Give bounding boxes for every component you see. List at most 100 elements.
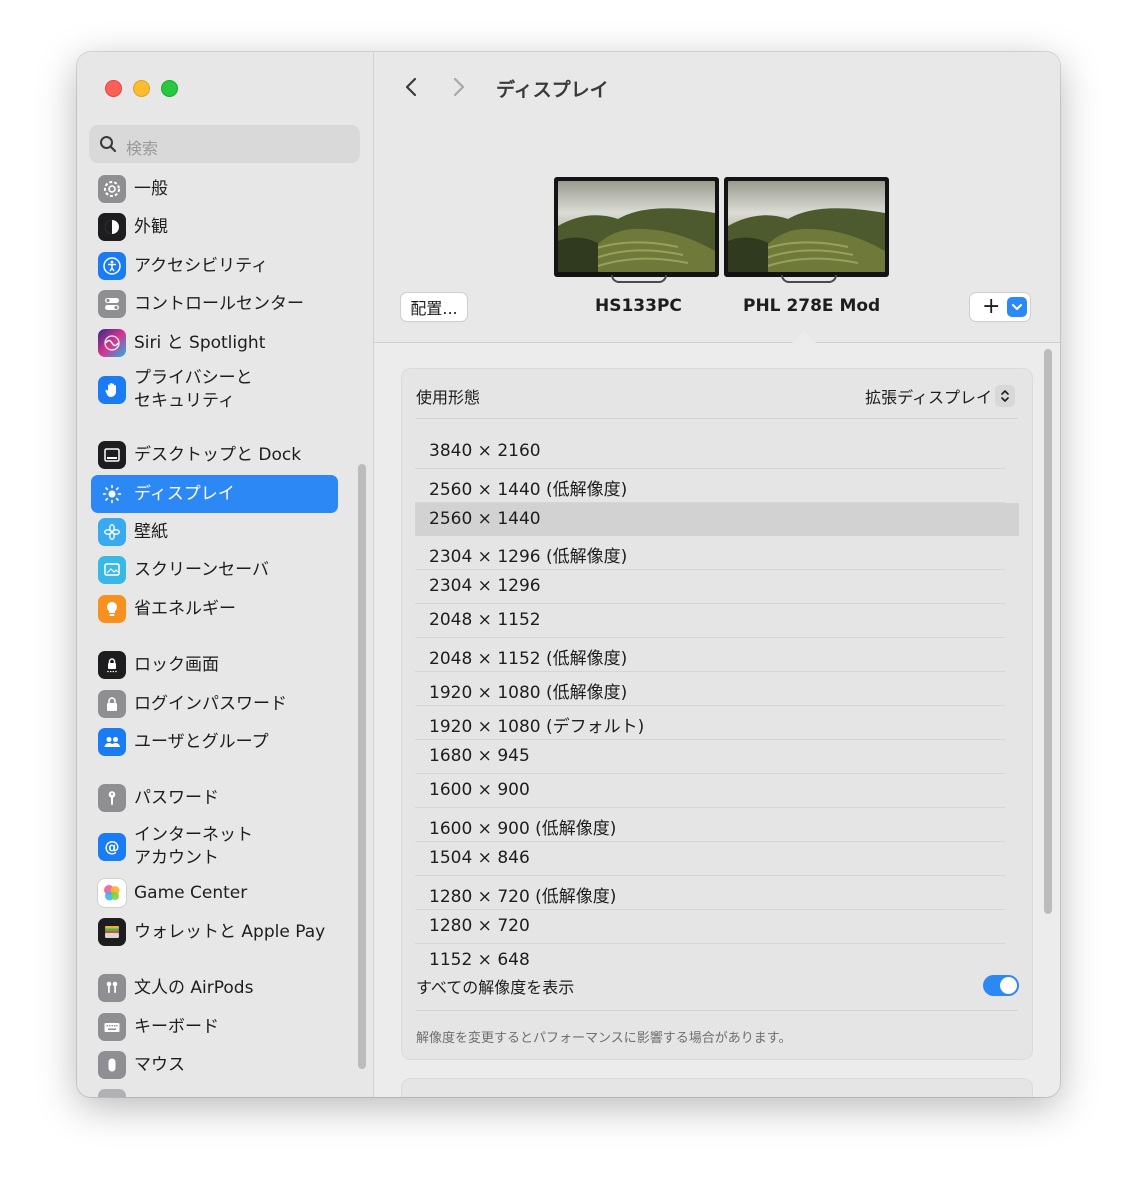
wallpaper-image [558,181,715,272]
resolution-option[interactable]: 2048 × 1152 (低解像度) [415,638,1005,672]
sidebar-item-desktop-dock[interactable]: デスクトップと Dock [91,438,339,472]
sidebar-item-users-groups[interactable]: ユーザとグループ [91,725,339,759]
sidebar-item-label: 外観 [134,216,168,237]
main-pane: ディスプレイ 配置... HS133PC PHL 278E Mod + 使用形態… [374,52,1060,1097]
updown-chevron-icon[interactable] [995,385,1015,407]
resolution-label: 1504 × 846 [429,848,530,868]
sidebar-item-displays[interactable]: ディスプレイ [91,475,338,513]
resolution-label: 1152 × 648 [429,950,530,970]
sidebar-scrollbar[interactable] [358,464,366,1069]
sidebar-item-label-line2: アカウント [134,848,219,868]
resolution-label: 2304 × 1296 [429,576,541,596]
arrange-button[interactable]: 配置... [401,293,467,321]
forward-chevron-icon[interactable] [452,76,466,98]
resolution-label: 1600 × 900 (低解像度) [429,819,617,839]
sidebar-item-label-line2: セキュリティ [134,391,235,411]
at-icon: @ [98,833,126,861]
toggle-knob [1000,977,1017,994]
appearance-icon [98,213,126,241]
resolution-option[interactable]: 1600 × 900 (低解像度) [415,808,1005,842]
sidebar-item-siri[interactable]: Siri と Spotlight [91,326,339,360]
sidebar-item-label: アクセシビリティ [134,255,269,276]
resolution-option[interactable]: 1920 × 1080 (デフォルト) [415,706,1005,740]
divider [416,418,1018,419]
screensaver-icon [98,556,126,584]
sidebar-item-internet-accounts[interactable]: @ インターネット アカウント [91,822,339,872]
monitor-2-name: PHL 278E Mod [743,296,881,316]
back-chevron-icon[interactable] [404,76,418,98]
sidebar-item-passwords[interactable]: パスワード [91,781,339,815]
sidebar-item-label: デスクトップと Dock [134,444,302,465]
sidebar-item-label: マウス [134,1054,185,1075]
resolution-option[interactable]: 2304 × 1296 (低解像度) [415,536,1005,570]
dock-icon [98,441,126,469]
hand-icon [98,376,126,404]
resolution-option[interactable]: 1280 × 720 [415,910,1005,944]
divider [416,1010,1018,1011]
resolution-option[interactable]: 2560 × 1440 (低解像度) [415,469,1005,503]
sidebar-item-energy[interactable]: 省エネルギー [91,592,339,626]
sidebar-item-accessibility[interactable]: アクセシビリティ [91,249,339,283]
wallet-icon [98,918,126,946]
resolution-list: 3840 × 2160 2560 × 1440 (低解像度) 2560 × 14… [415,435,1019,977]
key-icon [98,784,126,812]
usage-popup-value[interactable]: 拡張ディスプレイ [865,384,992,408]
resolution-label: 2304 × 1296 (低解像度) [429,547,628,567]
sidebar-item-label: ロック画面 [134,654,219,675]
display-settings: 使用形態 拡張ディスプレイ 3840 × 2160 2560 × 1440 (低… [374,343,1060,1097]
resolution-option[interactable]: 2048 × 1152 [415,604,1005,638]
sidebar-item-airpods[interactable]: 文人の AirPods [91,971,339,1005]
resolution-note: 解像度を変更するとパフォーマンスに影響する場合があります。 [416,1031,792,1046]
maximize-window-button[interactable] [161,80,178,97]
window-controls [105,80,178,97]
search-icon [100,136,117,153]
chevron-down-icon[interactable] [1007,297,1027,317]
sidebar-item-appearance[interactable]: 外観 [91,210,339,244]
svg-text:@: @ [105,838,120,856]
monitor-2-thumbnail[interactable] [724,177,889,283]
sidebar-item-partial[interactable] [91,1086,339,1097]
sidebar-item-keyboard[interactable]: キーボード [91,1010,339,1044]
resolution-option-selected[interactable]: 2560 × 1440 [415,503,1019,536]
resolution-option[interactable]: 3840 × 2160 [415,435,1005,469]
sidebar-item-login-password[interactable]: ログインパスワード [91,687,339,721]
sidebar-item-label: Game Center [134,882,248,903]
sidebar-item-control-center[interactable]: コントロールセンター [91,287,339,321]
resolution-option[interactable]: 1152 × 648 [415,944,1005,977]
airpods-icon [98,974,126,1002]
sidebar-item-wallpaper[interactable]: 壁紙 [91,515,339,549]
main-scrollbar[interactable] [1044,349,1052,914]
sidebar: 検索 一般 外観 アクセシビリティ コントロールセンター Siri と Spot… [77,52,374,1097]
sidebar-item-lock-screen[interactable]: ロック画面 [91,648,339,682]
sidebar-item-mouse[interactable]: マウス [91,1048,339,1082]
sidebar-item-game-center[interactable]: Game Center [91,876,339,910]
sidebar-item-privacy-security[interactable]: プライバシーと セキュリティ [91,365,339,415]
minimize-window-button[interactable] [133,80,150,97]
resolution-option[interactable]: 1920 × 1080 (低解像度) [415,672,1005,706]
sidebar-item-label: インターネット [134,825,253,845]
plus-icon: + [982,294,1001,319]
battery-bulb-icon [98,595,126,623]
close-window-button[interactable] [105,80,122,97]
wallpaper-image [728,181,885,272]
sidebar-item-screensaver[interactable]: スクリーンセーバ [91,553,339,587]
sidebar-item-general[interactable]: 一般 [91,172,339,206]
resolution-option[interactable]: 1280 × 720 (低解像度) [415,876,1005,910]
search-field[interactable]: 検索 [89,125,360,163]
sidebar-item-label: パスワード [134,787,219,808]
resolution-option[interactable]: 1504 × 846 [415,842,1005,876]
sidebar-item-label: ウォレットと Apple Pay [134,921,326,942]
sidebar-item-label: ディスプレイ [134,483,235,504]
monitor-stand [611,275,667,283]
resolution-option[interactable]: 2304 × 1296 [415,570,1005,604]
resolution-option[interactable]: 1600 × 900 [415,774,1005,808]
sidebar-item-label: キーボード [134,1016,219,1037]
monitor-1-thumbnail[interactable] [554,177,719,283]
add-display-button[interactable]: + [970,293,1030,321]
sidebar-item-wallet[interactable]: ウォレットと Apple Pay [91,915,339,949]
resolution-label: 2560 × 1440 (低解像度) [429,480,628,500]
resolution-option[interactable]: 1680 × 945 [415,740,1005,774]
wallpaper-icon [98,518,126,546]
sidebar-item-label: ログインパスワード [134,693,287,714]
show-all-resolutions-toggle[interactable] [983,975,1019,996]
